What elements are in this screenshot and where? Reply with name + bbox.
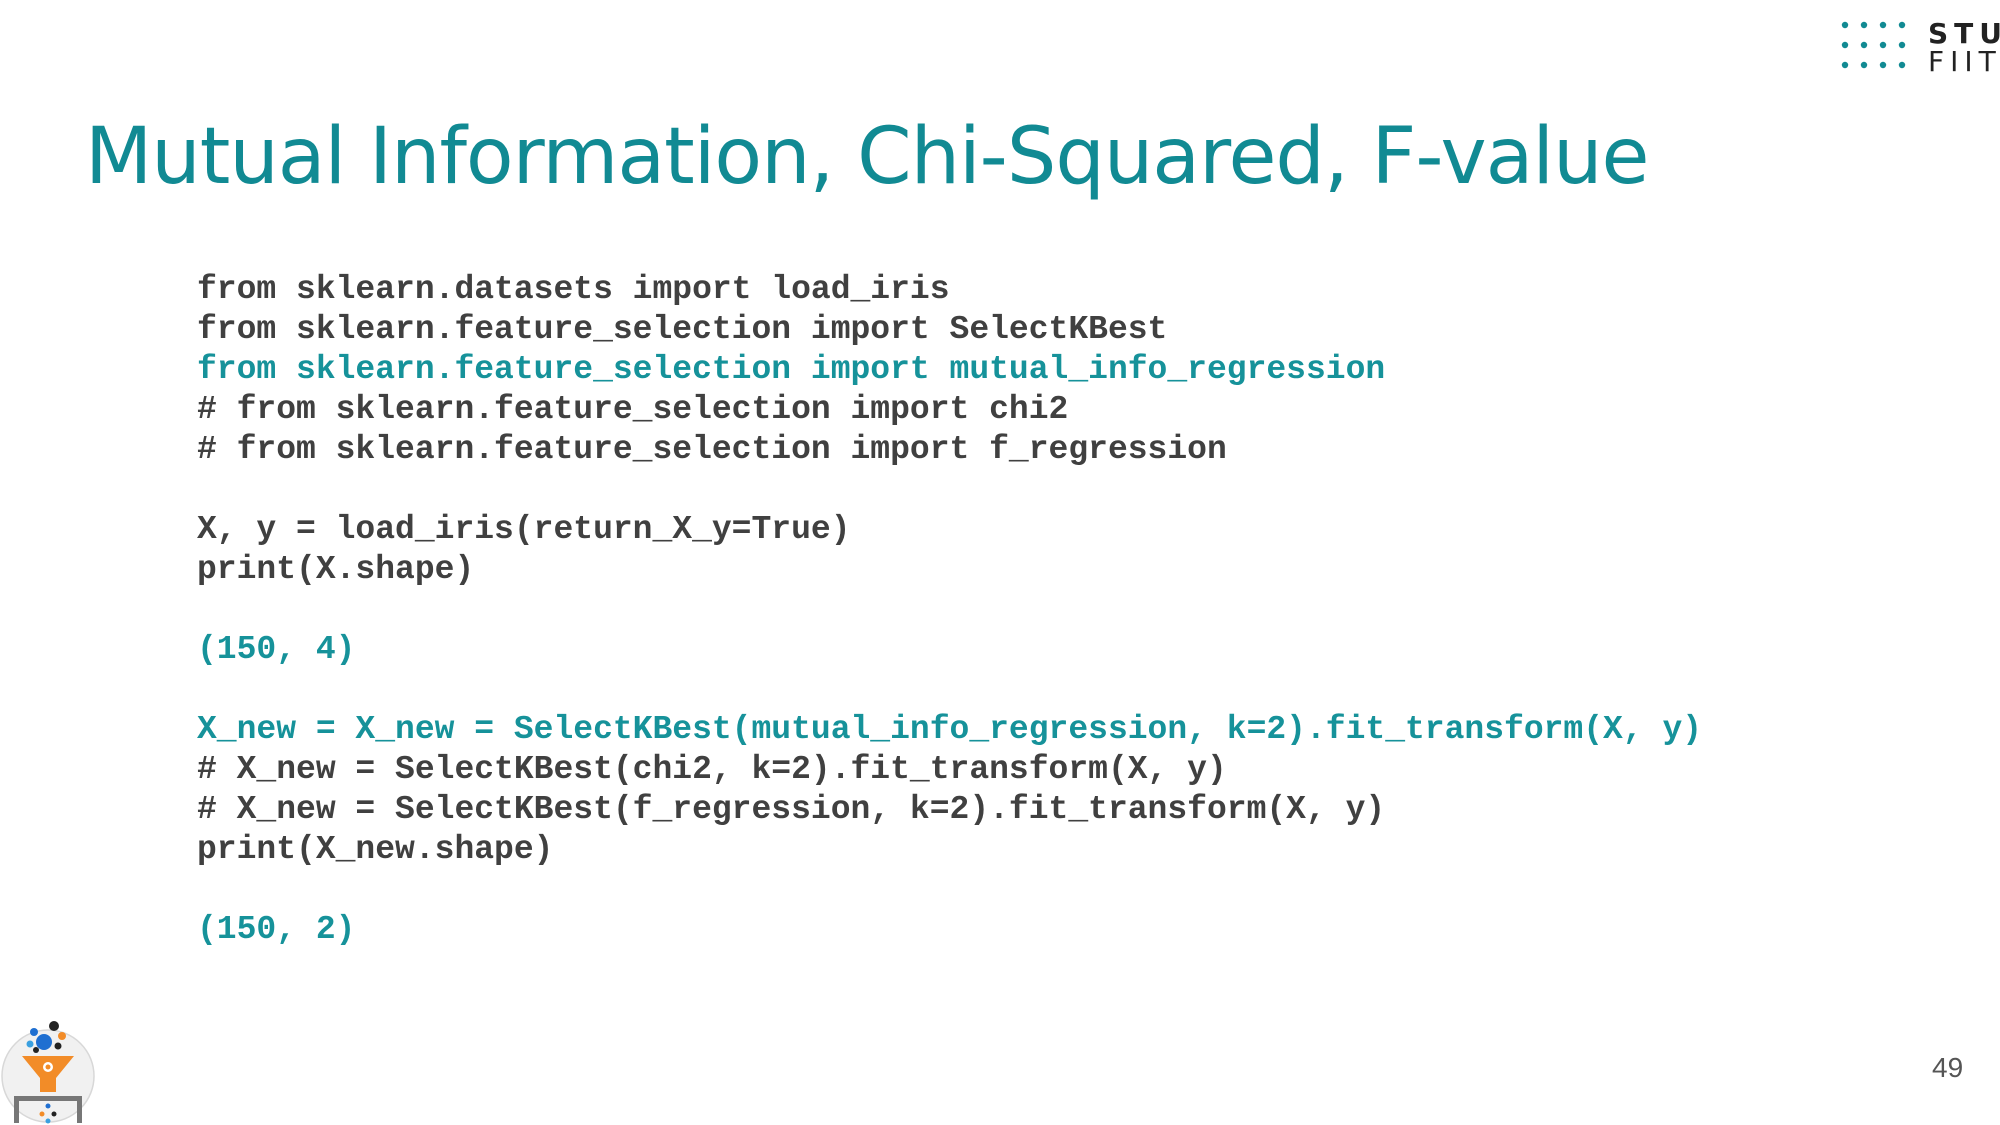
code-line: # X_new = SelectKBest(chi2, k=2).fit_tra…: [197, 751, 1227, 788]
data-funnel-icon: [1, 1021, 95, 1124]
code-line: X_new = X_new = SelectKBest(mutual_info_…: [197, 711, 1703, 748]
code-line: from sklearn.feature_selection import mu…: [197, 351, 1386, 388]
code-line: from sklearn.feature_selection import Se…: [197, 311, 1168, 348]
code-line: X, y = load_iris(return_X_y=True): [197, 511, 851, 548]
logo-text-stu: STU: [1928, 17, 2000, 50]
stu-fiit-logo: STU FIIT: [1840, 18, 2000, 76]
slide-title: Mutual Information, Chi-Squared, F-value: [85, 112, 1649, 202]
code-line: print(X_new.shape): [197, 831, 554, 868]
code-line: # from sklearn.feature_selection import …: [197, 391, 1069, 428]
code-line: # from sklearn.feature_selection import …: [197, 431, 1227, 468]
logo-text-fiit: FIIT: [1928, 45, 2000, 78]
code-line: (150, 2): [197, 911, 356, 948]
code-line: print(X.shape): [197, 551, 475, 588]
page-number: 49: [1932, 1052, 1964, 1083]
code-line: # X_new = SelectKBest(f_regression, k=2)…: [197, 791, 1386, 828]
code-line: from sklearn.datasets import load_iris: [197, 271, 950, 308]
code-line: (150, 4): [197, 631, 356, 668]
dot-grid-icon: [1841, 21, 1906, 69]
code-block: from sklearn.datasets import load_iris fr…: [197, 270, 1702, 950]
